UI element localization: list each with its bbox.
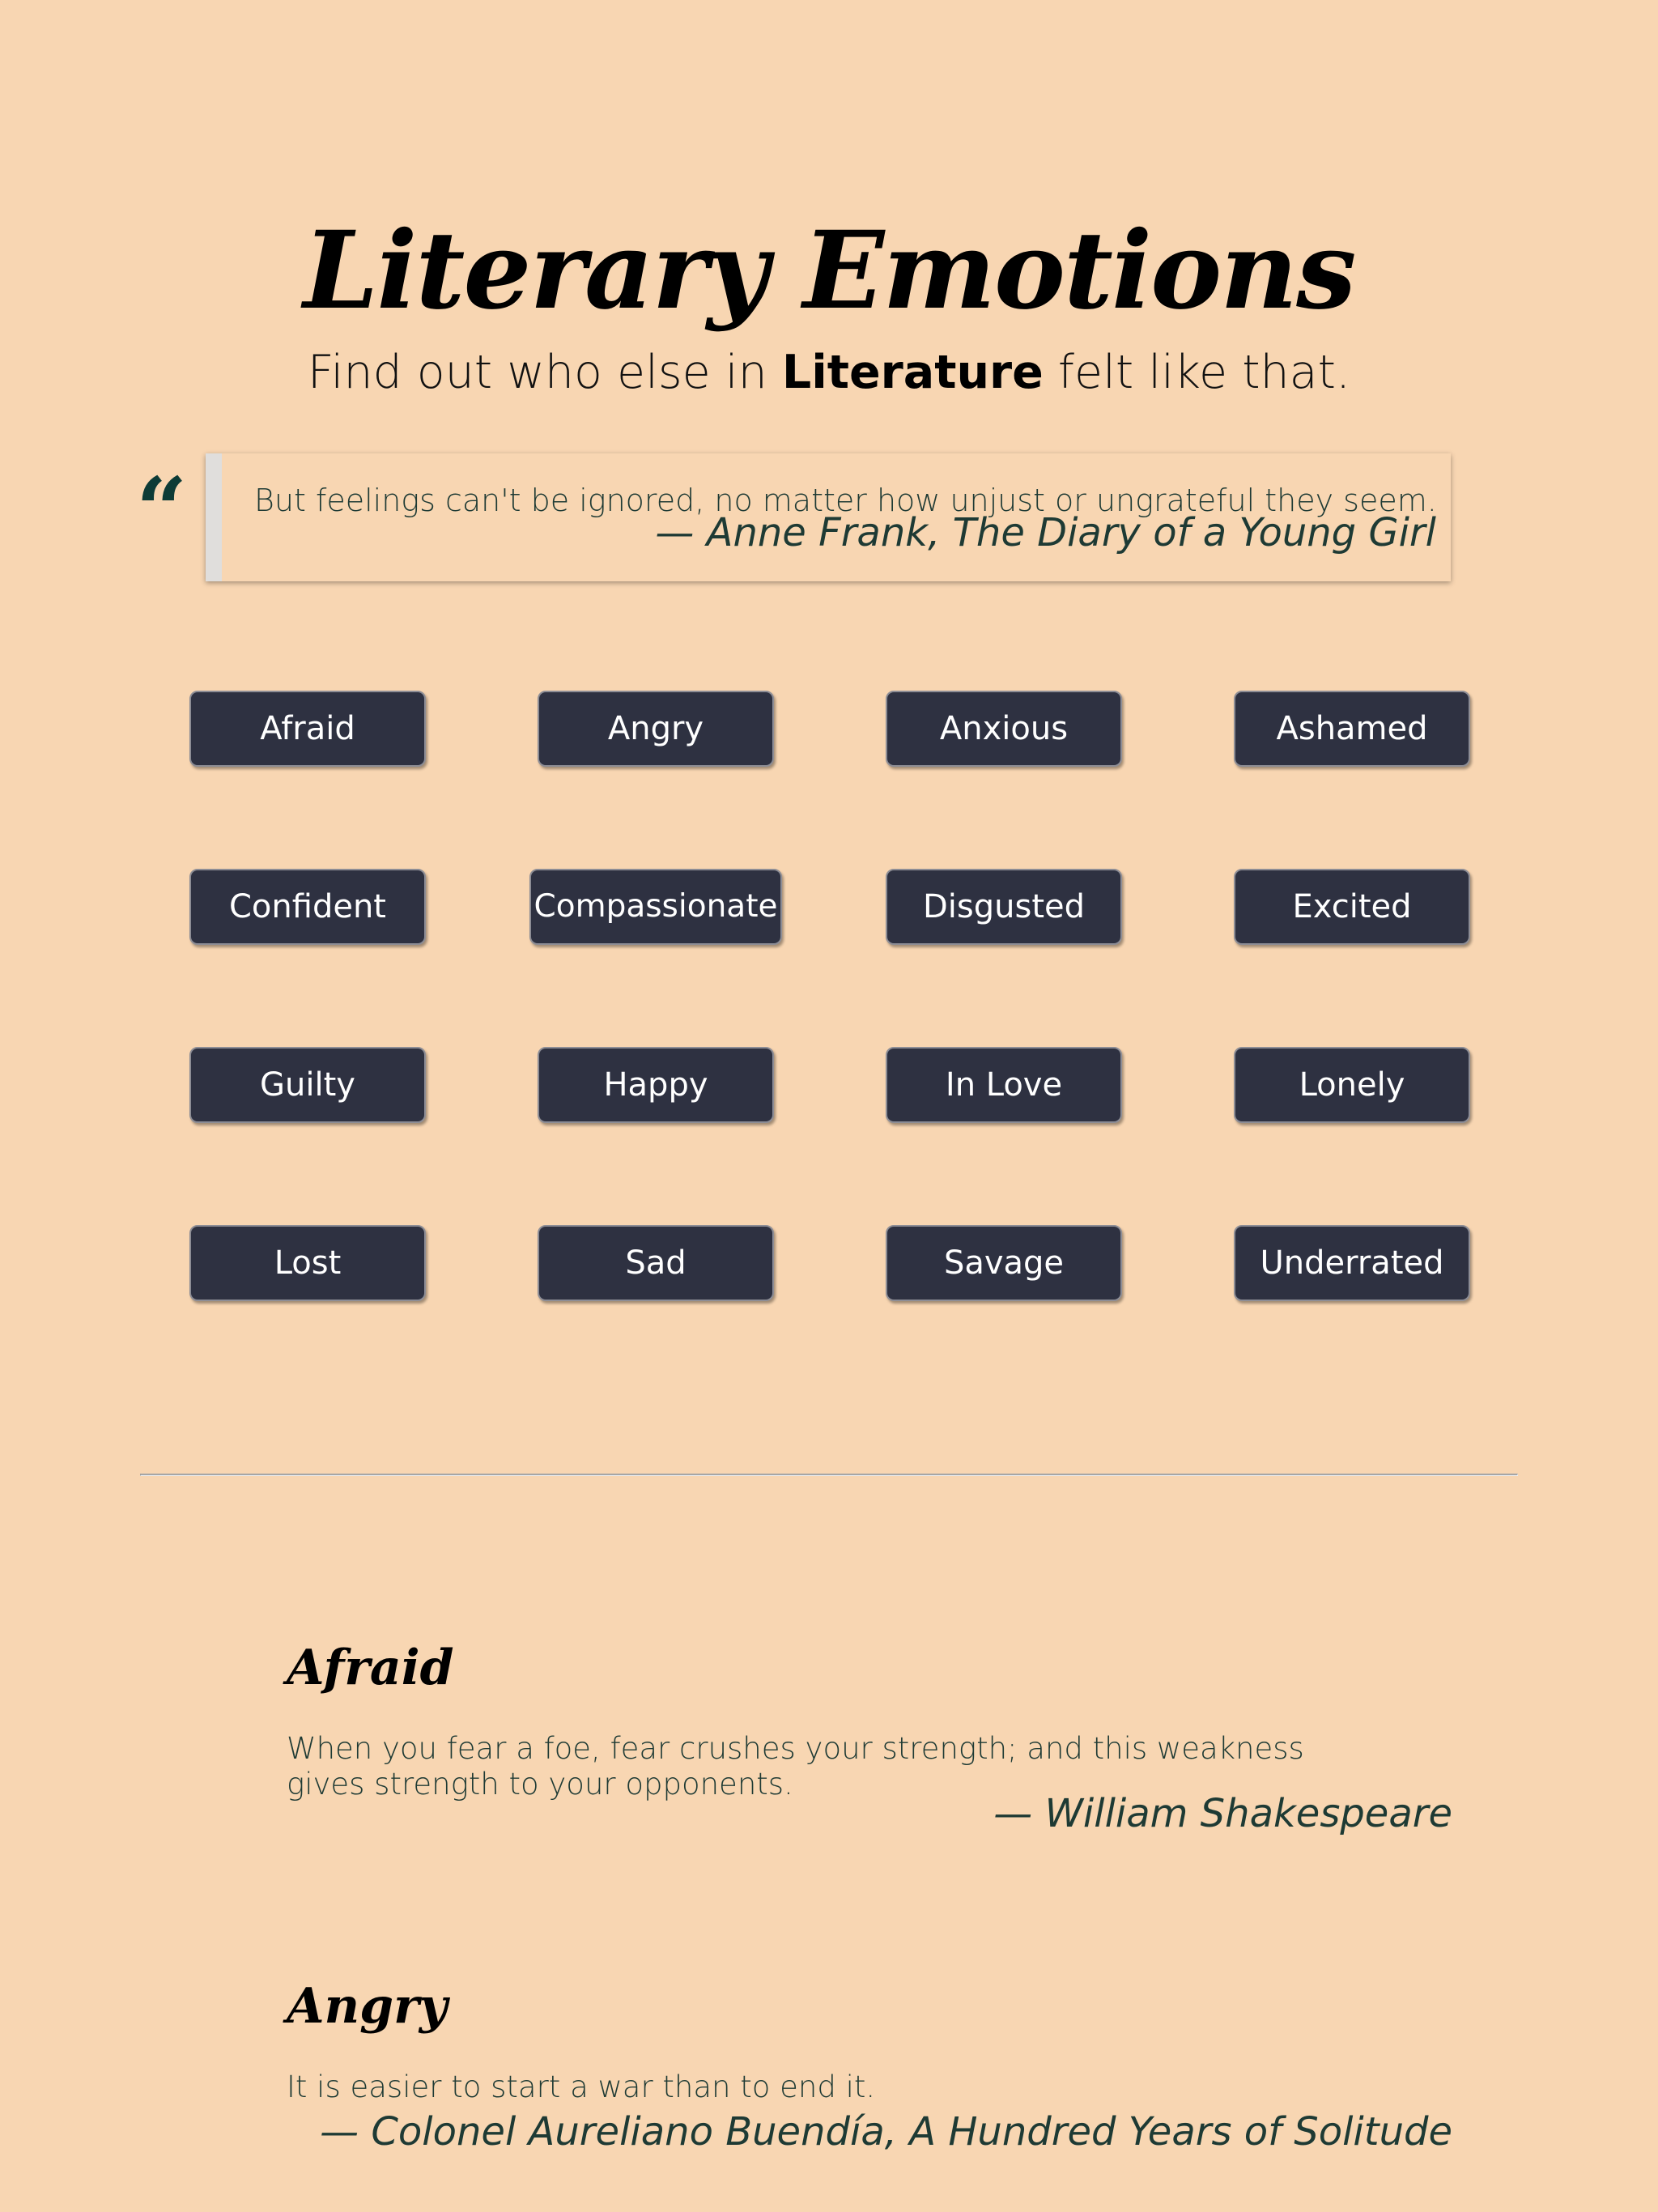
emotion-button-disgusted[interactable]: Disgusted [886,869,1122,945]
emotion-button-anxious[interactable]: Anxious [886,691,1122,767]
page-subtitle: Find out who else in Literature felt lik… [0,340,1658,405]
entry-quote-text: It is easier to start a war than to end … [287,2069,876,2104]
featured-quote: But feelings can't be ignored, no matter… [206,453,1451,581]
emotion-button-in-love[interactable]: In Love [886,1047,1122,1123]
emotion-button-savage[interactable]: Savage [886,1225,1122,1301]
entry-quote-author: — Colonel Aureliano Buendía, A Hundred Y… [320,2109,1452,2155]
featured-quote-author: — Anne Frank, The Diary of a Young Girl [655,510,1436,555]
section-divider [140,1474,1518,1476]
emotion-button-underrated[interactable]: Underrated [1234,1225,1470,1301]
emotion-entry-afraid: Afraid When you fear a foe, fear crushes… [287,1636,1452,1846]
emotion-heading: Angry [287,1978,448,2035]
subtitle-text-start: Find out who else in [307,346,782,399]
entry-quote-author: — William Shakespeare [993,1791,1452,1836]
emotion-button-compassionate[interactable]: Compassionate [529,869,782,945]
emotion-button-sad[interactable]: Sad [538,1225,774,1301]
subtitle-emphasis: Literature [781,346,1044,399]
emotion-button-afraid[interactable]: Afraid [189,691,426,767]
emotion-button-lonely[interactable]: Lonely [1234,1047,1470,1123]
emotion-button-ashamed[interactable]: Ashamed [1234,691,1470,767]
emotion-button-guilty[interactable]: Guilty [189,1047,426,1123]
emotion-heading: Afraid [287,1640,454,1696]
subtitle-text-end: felt like that. [1043,346,1351,399]
page-title: Literary Emotions [303,208,1357,334]
emotion-button-angry[interactable]: Angry [538,691,774,767]
emotion-entry-angry: Angry It is easier to start a war than t… [287,1974,1452,2168]
emotion-button-lost[interactable]: Lost [189,1225,426,1301]
emotion-button-happy[interactable]: Happy [538,1047,774,1123]
quote-mark-icon: “ [136,457,188,562]
emotion-button-excited[interactable]: Excited [1234,869,1470,945]
emotion-button-confident[interactable]: Confident [189,869,426,945]
